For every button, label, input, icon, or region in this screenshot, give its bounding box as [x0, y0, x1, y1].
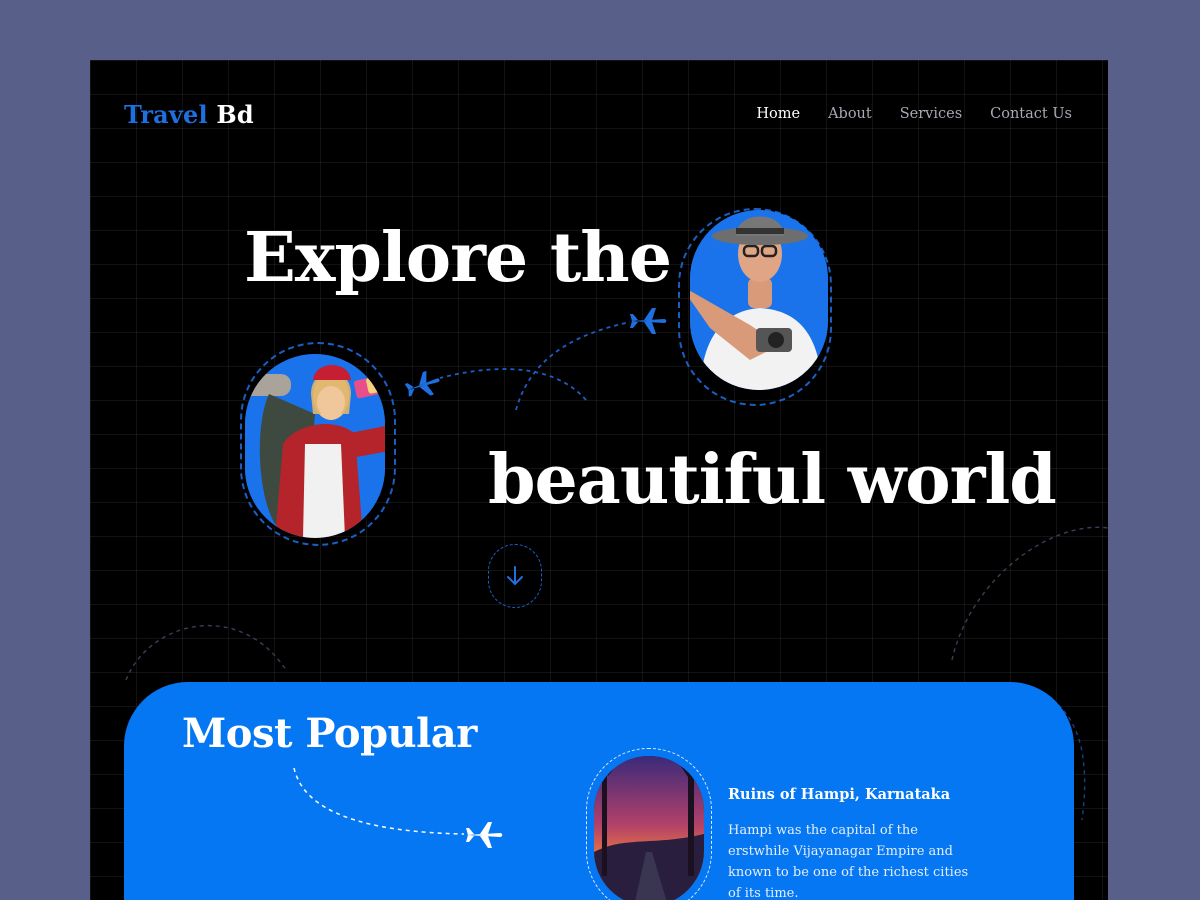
section-title: Most Popular	[182, 710, 477, 757]
airplane-icon	[630, 308, 667, 334]
traveler-man-photo	[690, 210, 828, 390]
logo[interactable]: Travel Bd	[124, 100, 254, 129]
nav-about[interactable]: About	[828, 106, 872, 122]
destination-image[interactable]	[594, 756, 704, 900]
nav-contact-us[interactable]: Contact Us	[990, 106, 1072, 122]
nav-services[interactable]: Services	[900, 106, 962, 122]
hero-line-2: beautiful world	[488, 440, 1057, 520]
logo-part-travel: Travel	[124, 100, 208, 129]
airplane-icon	[466, 822, 503, 848]
arrow-down-icon	[507, 566, 523, 586]
hero-line-1: Explore the	[244, 218, 672, 298]
most-popular-section: Most Popular Ruins of Hampi, Karnataka H…	[124, 682, 1074, 900]
destination-description: Hampi was the capital of the erstwhile V…	[728, 823, 969, 900]
airplane-icon	[404, 370, 440, 397]
page-frame: Travel Bd Home About Services Contact Us…	[90, 60, 1108, 900]
scroll-down-button[interactable]	[488, 544, 542, 608]
logo-part-bd: Bd	[216, 100, 254, 129]
main-nav: Home About Services Contact Us	[756, 106, 1072, 122]
flight-path	[293, 767, 465, 835]
destination-title[interactable]: Ruins of Hampi, Karnataka	[728, 786, 950, 803]
nav-home[interactable]: Home	[756, 106, 800, 122]
traveler-woman-photo	[245, 354, 385, 538]
